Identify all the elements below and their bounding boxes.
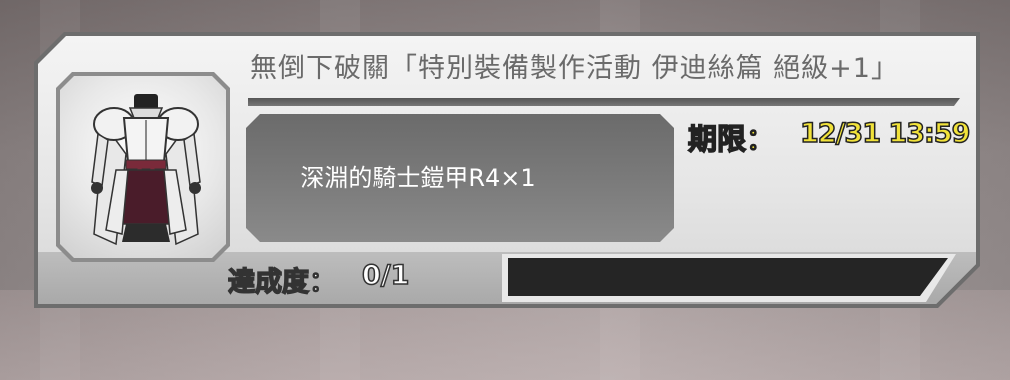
progress-bar <box>508 258 948 296</box>
progress-value: 0/1 <box>361 259 410 292</box>
title-divider <box>248 98 960 106</box>
deadline-value: 12/31 13:59 <box>799 117 971 150</box>
reward-item-label: 深淵的騎士鎧甲R4×1 <box>300 164 536 192</box>
knight-armor-icon <box>91 94 201 246</box>
mission-title: 無倒下破關「特別裝備製作活動 伊迪絲篇 絕級+1」 <box>250 53 899 84</box>
deadline-label: 期限： <box>687 121 776 157</box>
progress-label: 達成度： <box>227 266 337 299</box>
